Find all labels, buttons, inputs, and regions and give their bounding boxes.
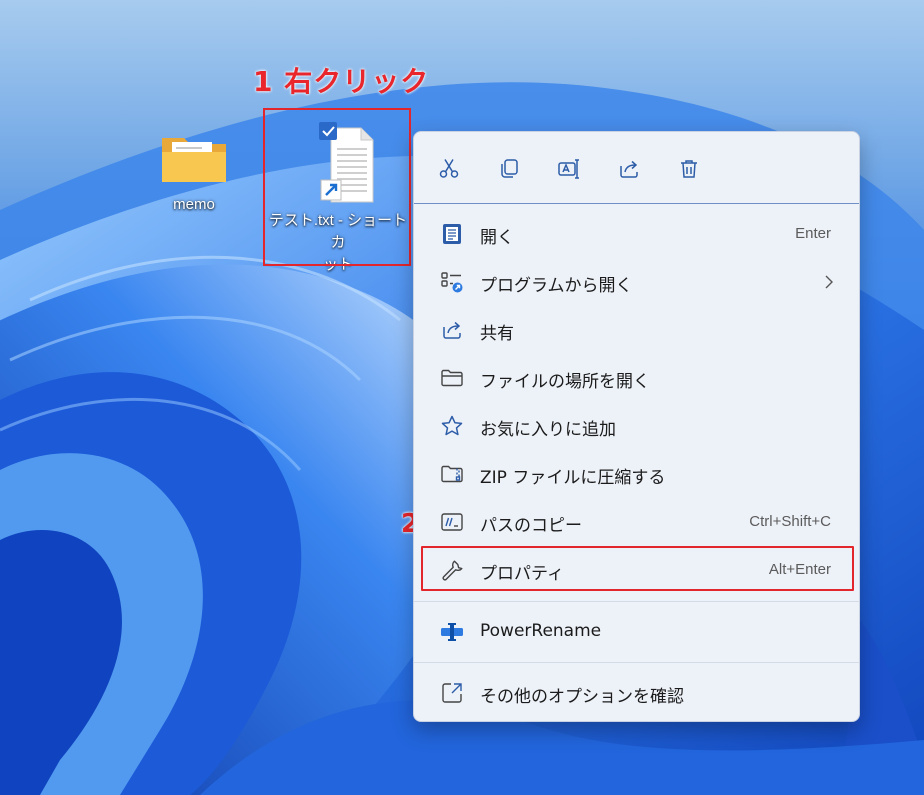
folder-icon xyxy=(441,369,463,387)
delete-button[interactable] xyxy=(672,152,706,186)
share-button[interactable] xyxy=(612,152,646,186)
menu-item-label: パスのコピー xyxy=(480,516,582,536)
copy-icon xyxy=(501,159,518,178)
menu-item-label: PowerRename xyxy=(480,621,602,641)
menu-item-label: ZIP ファイルに圧縮する xyxy=(480,468,666,488)
menu-item-powerrename[interactable]: PowerRename xyxy=(422,610,853,654)
menu-item-label: 共有 xyxy=(480,324,514,344)
annotation-step1: 1 右クリック xyxy=(253,65,430,98)
cut-icon xyxy=(439,159,459,178)
zip-icon xyxy=(441,465,463,483)
powerrename-icon xyxy=(441,623,463,641)
menu-item-compress-zip[interactable]: ZIP ファイルに圧縮する xyxy=(422,452,853,496)
chevron-right-icon xyxy=(825,275,833,289)
rename-button[interactable] xyxy=(552,152,586,186)
more-options-icon xyxy=(442,683,462,703)
menu-item-open-with[interactable]: プログラムから開く xyxy=(422,260,853,304)
context-menu: 開く Enter プログラムから開く 共有 ファイルの場所を開く お気に入りに追… xyxy=(413,131,860,722)
folder-icon xyxy=(162,138,226,182)
menu-item-label: その他のオプションを確認 xyxy=(480,687,684,707)
menu-item-shortcut: Enter xyxy=(795,225,831,242)
menu-item-label: プログラムから開く xyxy=(480,276,633,296)
menu-item-open[interactable]: 開く Enter xyxy=(422,212,853,256)
folder-label: memo xyxy=(173,196,215,213)
desktop-folder-memo[interactable]: memo xyxy=(140,128,248,216)
delete-icon xyxy=(681,160,697,178)
annotation-box-properties xyxy=(421,546,854,591)
notepad-icon xyxy=(443,224,461,244)
menu-item-add-favorites[interactable]: お気に入りに追加 xyxy=(422,404,853,448)
menu-item-copy-path[interactable]: パスのコピー Ctrl+Shift+C xyxy=(422,500,853,544)
menu-item-share[interactable]: 共有 xyxy=(422,308,853,352)
menu-item-label: 開く xyxy=(480,228,514,248)
menu-divider xyxy=(414,662,859,663)
menu-item-shortcut: Ctrl+Shift+C xyxy=(749,513,831,530)
rename-icon xyxy=(558,159,579,179)
cut-button[interactable] xyxy=(432,152,466,186)
menu-item-label: お気に入りに追加 xyxy=(480,420,616,440)
open-with-icon xyxy=(441,272,463,293)
copy-button[interactable] xyxy=(492,152,526,186)
menu-item-more-options[interactable]: その他のオプションを確認 xyxy=(422,671,853,715)
annotation-box-file xyxy=(263,108,411,266)
star-icon xyxy=(441,415,463,436)
toolbar-divider xyxy=(414,203,859,204)
menu-item-label: ファイルの場所を開く xyxy=(480,372,650,392)
context-menu-toolbar xyxy=(414,132,859,204)
copy-path-icon xyxy=(441,513,463,531)
menu-item-open-file-location[interactable]: ファイルの場所を開く xyxy=(422,356,853,400)
share-icon xyxy=(620,160,638,178)
menu-divider xyxy=(414,601,859,602)
share-icon xyxy=(443,321,461,339)
